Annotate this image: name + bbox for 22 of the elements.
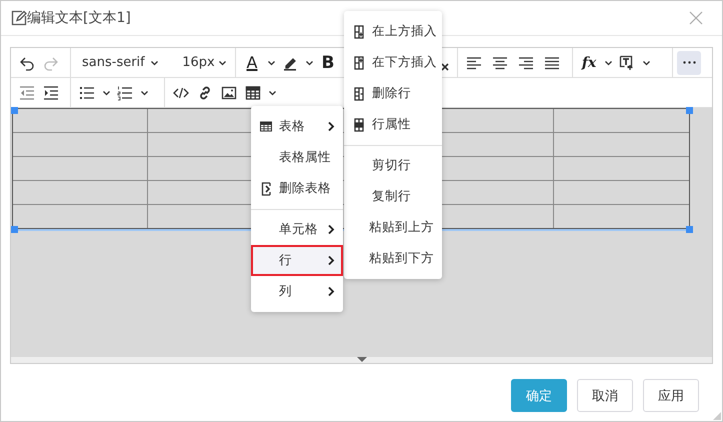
formula-button[interactable]: fx (577, 50, 601, 74)
menu-item[interactable]: 单元格 (251, 214, 343, 245)
menu-item[interactable]: 在下方插入 (344, 47, 442, 78)
menu-item[interactable]: 表格属性 (251, 142, 343, 173)
dialog-button[interactable]: 应用 (643, 379, 699, 412)
menu-item[interactable]: 剪切行 (344, 150, 442, 181)
font-size-select[interactable]: 16px (175, 50, 231, 74)
menu-item[interactable]: 删除表格 (251, 173, 343, 204)
menu-item[interactable]: 粘贴到上方 (344, 212, 442, 243)
font-color-button[interactable]: A (240, 50, 264, 74)
font-family-select[interactable]: sans-serif (75, 50, 164, 74)
dialog-title: 编辑文本[文本1] (27, 9, 131, 27)
menu-item[interactable]: 复制行 (344, 181, 442, 212)
menu-item[interactable]: 在上方插入 (344, 16, 442, 47)
dialog-button[interactable]: 取消 (577, 379, 633, 412)
menu-item[interactable]: 表格 (251, 111, 343, 142)
bold-button[interactable]: B (316, 50, 340, 74)
menu-item[interactable]: 行 (251, 245, 343, 276)
menu-item[interactable]: 行属性 (344, 109, 442, 140)
menu-item[interactable]: 删除行 (344, 78, 442, 109)
menu-item[interactable]: 列 (251, 276, 343, 307)
menu-item[interactable]: 粘贴到下方 (344, 243, 442, 274)
